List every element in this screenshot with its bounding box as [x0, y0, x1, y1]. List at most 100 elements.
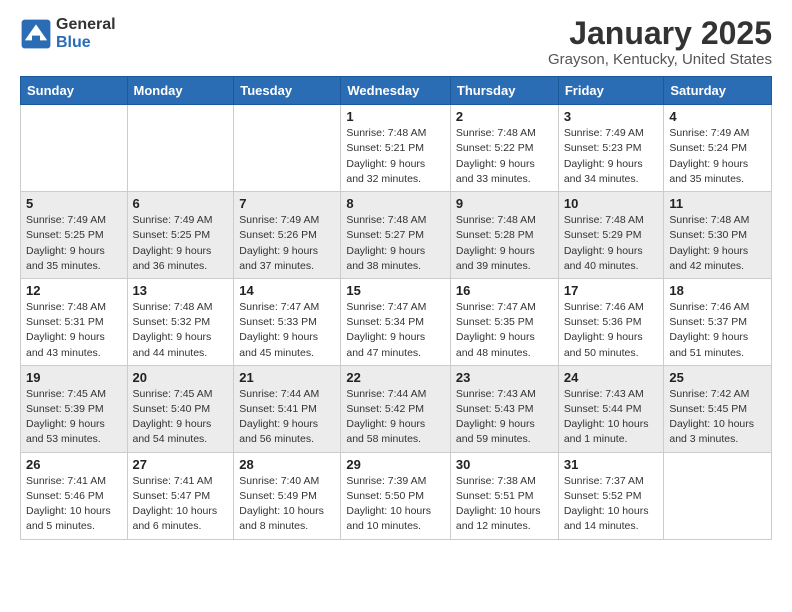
- day-number: 21: [239, 370, 335, 385]
- col-header-monday: Monday: [127, 77, 234, 105]
- day-info: Sunrise: 7:45 AM Sunset: 5:39 PM Dayligh…: [26, 387, 122, 448]
- day-number: 3: [564, 109, 659, 124]
- col-header-wednesday: Wednesday: [341, 77, 451, 105]
- day-info: Sunrise: 7:47 AM Sunset: 5:35 PM Dayligh…: [456, 300, 553, 361]
- day-cell: [664, 452, 772, 539]
- col-header-sunday: Sunday: [21, 77, 128, 105]
- title-block: January 2025 Grayson, Kentucky, United S…: [548, 16, 772, 68]
- day-number: 25: [669, 370, 766, 385]
- day-number: 4: [669, 109, 766, 124]
- day-info: Sunrise: 7:48 AM Sunset: 5:28 PM Dayligh…: [456, 213, 553, 274]
- day-info: Sunrise: 7:48 AM Sunset: 5:22 PM Dayligh…: [456, 126, 553, 187]
- day-cell: 7 Sunrise: 7:49 AM Sunset: 5:26 PM Daylig…: [234, 192, 341, 279]
- day-number: 31: [564, 457, 659, 472]
- day-info: Sunrise: 7:49 AM Sunset: 5:26 PM Dayligh…: [239, 213, 335, 274]
- header: General Blue January 2025 Grayson, Kentu…: [20, 16, 772, 68]
- day-info: Sunrise: 7:37 AM Sunset: 5:52 PM Dayligh…: [564, 474, 659, 535]
- day-cell: [127, 105, 234, 192]
- day-info: Sunrise: 7:48 AM Sunset: 5:21 PM Dayligh…: [346, 126, 445, 187]
- day-number: 23: [456, 370, 553, 385]
- day-number: 18: [669, 283, 766, 298]
- day-cell: 26 Sunrise: 7:41 AM Sunset: 5:46 PM Dayli…: [21, 452, 128, 539]
- day-cell: 16 Sunrise: 7:47 AM Sunset: 5:35 PM Dayli…: [450, 278, 558, 365]
- day-info: Sunrise: 7:46 AM Sunset: 5:37 PM Dayligh…: [669, 300, 766, 361]
- col-header-friday: Friday: [558, 77, 664, 105]
- week-row-4: 19 Sunrise: 7:45 AM Sunset: 5:39 PM Dayli…: [21, 365, 772, 452]
- logo: General Blue: [20, 16, 116, 51]
- week-row-3: 12 Sunrise: 7:48 AM Sunset: 5:31 PM Dayli…: [21, 278, 772, 365]
- day-number: 17: [564, 283, 659, 298]
- day-cell: 15 Sunrise: 7:47 AM Sunset: 5:34 PM Dayli…: [341, 278, 451, 365]
- day-info: Sunrise: 7:40 AM Sunset: 5:49 PM Dayligh…: [239, 474, 335, 535]
- day-number: 14: [239, 283, 335, 298]
- day-info: Sunrise: 7:48 AM Sunset: 5:29 PM Dayligh…: [564, 213, 659, 274]
- day-number: 9: [456, 196, 553, 211]
- day-cell: 25Sunrise: 7:42 AM Sunset: 5:45 PM Dayli…: [664, 365, 772, 452]
- day-info: Sunrise: 7:39 AM Sunset: 5:50 PM Dayligh…: [346, 474, 445, 535]
- day-number: 7: [239, 196, 335, 211]
- day-cell: 10 Sunrise: 7:48 AM Sunset: 5:29 PM Dayli…: [558, 192, 664, 279]
- day-number: 12: [26, 283, 122, 298]
- day-cell: 20 Sunrise: 7:45 AM Sunset: 5:40 PM Dayli…: [127, 365, 234, 452]
- day-number: 5: [26, 196, 122, 211]
- day-cell: 23Sunrise: 7:43 AM Sunset: 5:43 PM Dayli…: [450, 365, 558, 452]
- day-number: 20: [133, 370, 229, 385]
- logo-blue: Blue: [56, 34, 116, 52]
- day-info: Sunrise: 7:43 AM Sunset: 5:44 PM Dayligh…: [564, 387, 659, 448]
- day-cell: [234, 105, 341, 192]
- week-row-1: 1 Sunrise: 7:48 AM Sunset: 5:21 PM Daylig…: [21, 105, 772, 192]
- day-number: 10: [564, 196, 659, 211]
- day-info: Sunrise: 7:49 AM Sunset: 5:25 PM Dayligh…: [133, 213, 229, 274]
- day-number: 16: [456, 283, 553, 298]
- day-cell: 17 Sunrise: 7:46 AM Sunset: 5:36 PM Dayli…: [558, 278, 664, 365]
- day-info: Sunrise: 7:47 AM Sunset: 5:34 PM Dayligh…: [346, 300, 445, 361]
- col-header-saturday: Saturday: [664, 77, 772, 105]
- day-info: Sunrise: 7:48 AM Sunset: 5:27 PM Dayligh…: [346, 213, 445, 274]
- day-cell: 5 Sunrise: 7:49 AM Sunset: 5:25 PM Daylig…: [21, 192, 128, 279]
- day-cell: [21, 105, 128, 192]
- week-row-5: 26 Sunrise: 7:41 AM Sunset: 5:46 PM Dayli…: [21, 452, 772, 539]
- day-info: Sunrise: 7:47 AM Sunset: 5:33 PM Dayligh…: [239, 300, 335, 361]
- day-number: 26: [26, 457, 122, 472]
- day-info: Sunrise: 7:49 AM Sunset: 5:25 PM Dayligh…: [26, 213, 122, 274]
- day-number: 1: [346, 109, 445, 124]
- day-info: Sunrise: 7:48 AM Sunset: 5:31 PM Dayligh…: [26, 300, 122, 361]
- day-cell: 9 Sunrise: 7:48 AM Sunset: 5:28 PM Daylig…: [450, 192, 558, 279]
- col-header-tuesday: Tuesday: [234, 77, 341, 105]
- day-info: Sunrise: 7:46 AM Sunset: 5:36 PM Dayligh…: [564, 300, 659, 361]
- day-cell: 13Sunrise: 7:48 AM Sunset: 5:32 PM Dayli…: [127, 278, 234, 365]
- day-cell: 24 Sunrise: 7:43 AM Sunset: 5:44 PM Dayli…: [558, 365, 664, 452]
- location: Grayson, Kentucky, United States: [548, 51, 772, 68]
- day-number: 30: [456, 457, 553, 472]
- day-info: Sunrise: 7:44 AM Sunset: 5:41 PM Dayligh…: [239, 387, 335, 448]
- day-number: 13: [133, 283, 229, 298]
- day-number: 22: [346, 370, 445, 385]
- day-number: 27: [133, 457, 229, 472]
- day-info: Sunrise: 7:41 AM Sunset: 5:46 PM Dayligh…: [26, 474, 122, 535]
- day-number: 8: [346, 196, 445, 211]
- day-cell: 8 Sunrise: 7:48 AM Sunset: 5:27 PM Daylig…: [341, 192, 451, 279]
- day-info: Sunrise: 7:45 AM Sunset: 5:40 PM Dayligh…: [133, 387, 229, 448]
- day-number: 15: [346, 283, 445, 298]
- week-row-2: 5 Sunrise: 7:49 AM Sunset: 5:25 PM Daylig…: [21, 192, 772, 279]
- day-cell: 31 Sunrise: 7:37 AM Sunset: 5:52 PM Dayli…: [558, 452, 664, 539]
- day-info: Sunrise: 7:38 AM Sunset: 5:51 PM Dayligh…: [456, 474, 553, 535]
- day-number: 24: [564, 370, 659, 385]
- calendar-container: General Blue January 2025 Grayson, Kentu…: [0, 0, 792, 550]
- day-cell: 12 Sunrise: 7:48 AM Sunset: 5:31 PM Dayli…: [21, 278, 128, 365]
- day-cell: 30 Sunrise: 7:38 AM Sunset: 5:51 PM Dayli…: [450, 452, 558, 539]
- day-cell: 14 Sunrise: 7:47 AM Sunset: 5:33 PM Dayli…: [234, 278, 341, 365]
- day-cell: 28Sunrise: 7:40 AM Sunset: 5:49 PM Dayli…: [234, 452, 341, 539]
- calendar-table: SundayMondayTuesdayWednesdayThursdayFrid…: [20, 76, 772, 539]
- day-number: 11: [669, 196, 766, 211]
- day-info: Sunrise: 7:49 AM Sunset: 5:24 PM Dayligh…: [669, 126, 766, 187]
- day-number: 29: [346, 457, 445, 472]
- day-number: 19: [26, 370, 122, 385]
- day-cell: 22 Sunrise: 7:44 AM Sunset: 5:42 PM Dayli…: [341, 365, 451, 452]
- day-info: Sunrise: 7:44 AM Sunset: 5:42 PM Dayligh…: [346, 387, 445, 448]
- day-cell: 4 Sunrise: 7:49 AM Sunset: 5:24 PM Daylig…: [664, 105, 772, 192]
- day-info: Sunrise: 7:48 AM Sunset: 5:30 PM Dayligh…: [669, 213, 766, 274]
- day-cell: 2Sunrise: 7:48 AM Sunset: 5:22 PM Daylig…: [450, 105, 558, 192]
- col-header-thursday: Thursday: [450, 77, 558, 105]
- day-cell: 27Sunrise: 7:41 AM Sunset: 5:47 PM Dayli…: [127, 452, 234, 539]
